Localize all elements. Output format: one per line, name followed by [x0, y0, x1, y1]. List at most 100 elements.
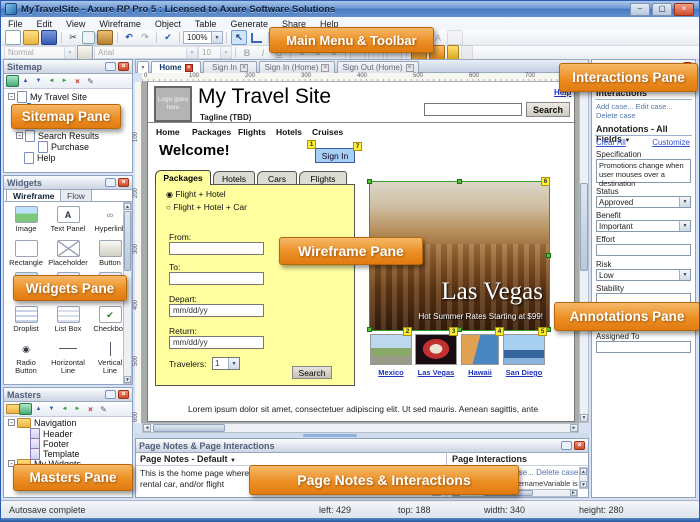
edit-master-icon[interactable]: ✎ [97, 403, 110, 415]
site-search-input[interactable] [424, 103, 522, 116]
tab-wireframe-widgets[interactable]: Wireframe [6, 189, 62, 201]
footnote-marker[interactable]: 4 [495, 327, 504, 336]
delete-master-icon[interactable]: × [84, 403, 97, 415]
thumb-link-mexico[interactable]: Mexico [370, 368, 412, 377]
menu-generate[interactable]: Generate [223, 19, 275, 29]
open-icon[interactable] [23, 30, 39, 45]
close-pane-icon[interactable]: × [118, 178, 129, 187]
nav-hotels[interactable]: Hotels [276, 127, 302, 137]
radio-flight-hotel-car[interactable]: ○ Flight + Hotel + Car [166, 202, 247, 212]
sitemap-item-help[interactable]: Help [24, 152, 56, 163]
risk-select[interactable]: Low ▼ [596, 269, 691, 281]
tab-list-dropdown[interactable]: ▼ [137, 61, 149, 73]
travelers-select[interactable]: 1 ▼ [212, 357, 240, 370]
widget-placeholder[interactable]: Placeholder [48, 240, 88, 267]
undo-icon[interactable]: ↶ [122, 31, 136, 44]
close-tab-icon[interactable]: × [240, 64, 248, 72]
site-search-button[interactable]: Search [526, 102, 570, 117]
collapse-icon[interactable]: - [8, 419, 15, 426]
delete-page-icon[interactable]: × [71, 75, 84, 87]
pointer-tool-icon[interactable]: ↖ [231, 30, 247, 45]
add-folder-icon[interactable] [6, 403, 19, 415]
sign-in-button[interactable]: Sign In [315, 148, 355, 163]
save-icon[interactable] [41, 30, 57, 45]
menu-file[interactable]: File [1, 19, 30, 29]
sitemap-item-my-travel-site[interactable]: - My Travel Site [8, 91, 87, 102]
redo-icon[interactable]: ↷ [138, 31, 152, 44]
footnote-marker[interactable]: 7 [353, 142, 362, 151]
move-up-icon[interactable]: ▲ [32, 403, 45, 415]
widget-droplist[interactable]: Droplist [6, 306, 46, 333]
page-notes-title[interactable]: Page Notes - Default ▼ [140, 454, 236, 464]
footnote-marker[interactable]: 1 [307, 140, 316, 149]
cut-icon[interactable]: ✂ [66, 31, 80, 44]
masters-item-navigation[interactable]: - Navigation [8, 417, 77, 428]
widget-horizontal-line[interactable]: Horizontal Line [48, 340, 88, 375]
nav-packages[interactable]: Packages [192, 127, 231, 137]
radio-off-icon[interactable]: ○ [166, 203, 171, 212]
maximize-button[interactable]: ▢ [652, 3, 672, 16]
indent-right-icon[interactable]: ► [71, 403, 84, 415]
radio-flight-hotel[interactable]: ◉ Flight + Hotel [166, 189, 226, 199]
scroll-right-icon[interactable]: ► [570, 424, 578, 432]
unlock-icon[interactable] [461, 45, 473, 60]
from-input[interactable] [169, 242, 264, 255]
lock-icon[interactable] [447, 45, 459, 60]
connector-tool-icon[interactable] [251, 33, 262, 43]
paste-icon[interactable] [97, 30, 113, 45]
selection-handle[interactable] [457, 179, 462, 184]
collapse-icon[interactable]: - [8, 93, 15, 100]
menu-view[interactable]: View [59, 19, 92, 29]
tab-home[interactable]: Home × [151, 61, 201, 73]
thumb-mexico[interactable] [370, 334, 412, 365]
tab-cars[interactable]: Cars [257, 171, 297, 185]
widget-text-panel[interactable]: A Text Panel [48, 206, 88, 233]
status-select[interactable]: Approved ▼ [596, 196, 691, 208]
bold-icon[interactable]: B [240, 46, 254, 59]
benefit-select[interactable]: Important ▼ [596, 220, 691, 232]
footnote-marker[interactable]: 2 [403, 327, 412, 336]
widget-list-box[interactable]: List Box [48, 306, 88, 333]
thumb-link-hawaii[interactable]: Hawaii [461, 368, 499, 377]
form-search-button[interactable]: Search [292, 366, 332, 379]
canvas-horizontal-scrollbar[interactable]: ◄ ► [142, 423, 579, 433]
footnote-marker[interactable]: 6 [541, 177, 550, 186]
style-select[interactable]: Normal ▼ [4, 46, 76, 59]
menu-wireframe[interactable]: Wireframe [92, 19, 148, 29]
tab-flow-widgets[interactable]: Flow [60, 189, 92, 201]
close-pane-icon[interactable]: × [574, 441, 585, 450]
footnote-marker[interactable]: 5 [538, 327, 547, 336]
specification-textarea[interactable]: Promotions change when user mouses over … [596, 159, 691, 183]
logo-placeholder[interactable]: Logo goes here [154, 86, 192, 122]
tab-sign-in-home[interactable]: Sign In (Home) × [259, 61, 335, 73]
scroll-left-icon[interactable]: ◄ [143, 424, 151, 432]
minimize-button[interactable]: – [630, 3, 650, 16]
canvas-vertical-scrollbar[interactable]: ▲ ▼ [579, 82, 589, 423]
radio-on-icon[interactable]: ◉ [166, 190, 173, 199]
tab-packages[interactable]: Packages [155, 170, 211, 185]
zoom-select[interactable]: 100% ▼ [183, 31, 223, 44]
depart-input[interactable]: mm/dd/yy [169, 304, 264, 317]
tab-hotels[interactable]: Hotels [213, 171, 255, 185]
spellcheck-icon[interactable]: ✔ [161, 31, 175, 44]
add-page-icon[interactable] [6, 75, 19, 87]
thumb-link-las-vegas[interactable]: Las Vegas [412, 368, 460, 377]
tab-flights[interactable]: Flights [299, 171, 347, 185]
close-button[interactable]: × [674, 3, 694, 16]
selection-handle[interactable] [367, 327, 372, 332]
delete-case-link[interactable]: Delete case [596, 111, 636, 120]
indent-left-icon[interactable]: ◄ [58, 403, 71, 415]
collapse-icon[interactable]: - [16, 132, 23, 139]
add-master-icon[interactable] [19, 403, 32, 415]
indent-left-icon[interactable]: ◄ [45, 75, 58, 87]
assigned-to-input[interactable] [596, 341, 691, 353]
widget-radio-button[interactable]: ◉ Radio Button [6, 340, 46, 375]
customize-link[interactable]: Customize [652, 138, 690, 147]
close-tab-icon[interactable]: × [321, 64, 329, 72]
scroll-up-icon[interactable]: ▲ [124, 203, 131, 210]
undock-icon[interactable] [105, 62, 116, 71]
move-down-icon[interactable]: ▼ [45, 403, 58, 415]
close-tab-icon[interactable]: × [406, 64, 414, 72]
menu-edit[interactable]: Edit [30, 19, 60, 29]
footnote-num-icon[interactable] [447, 30, 463, 45]
